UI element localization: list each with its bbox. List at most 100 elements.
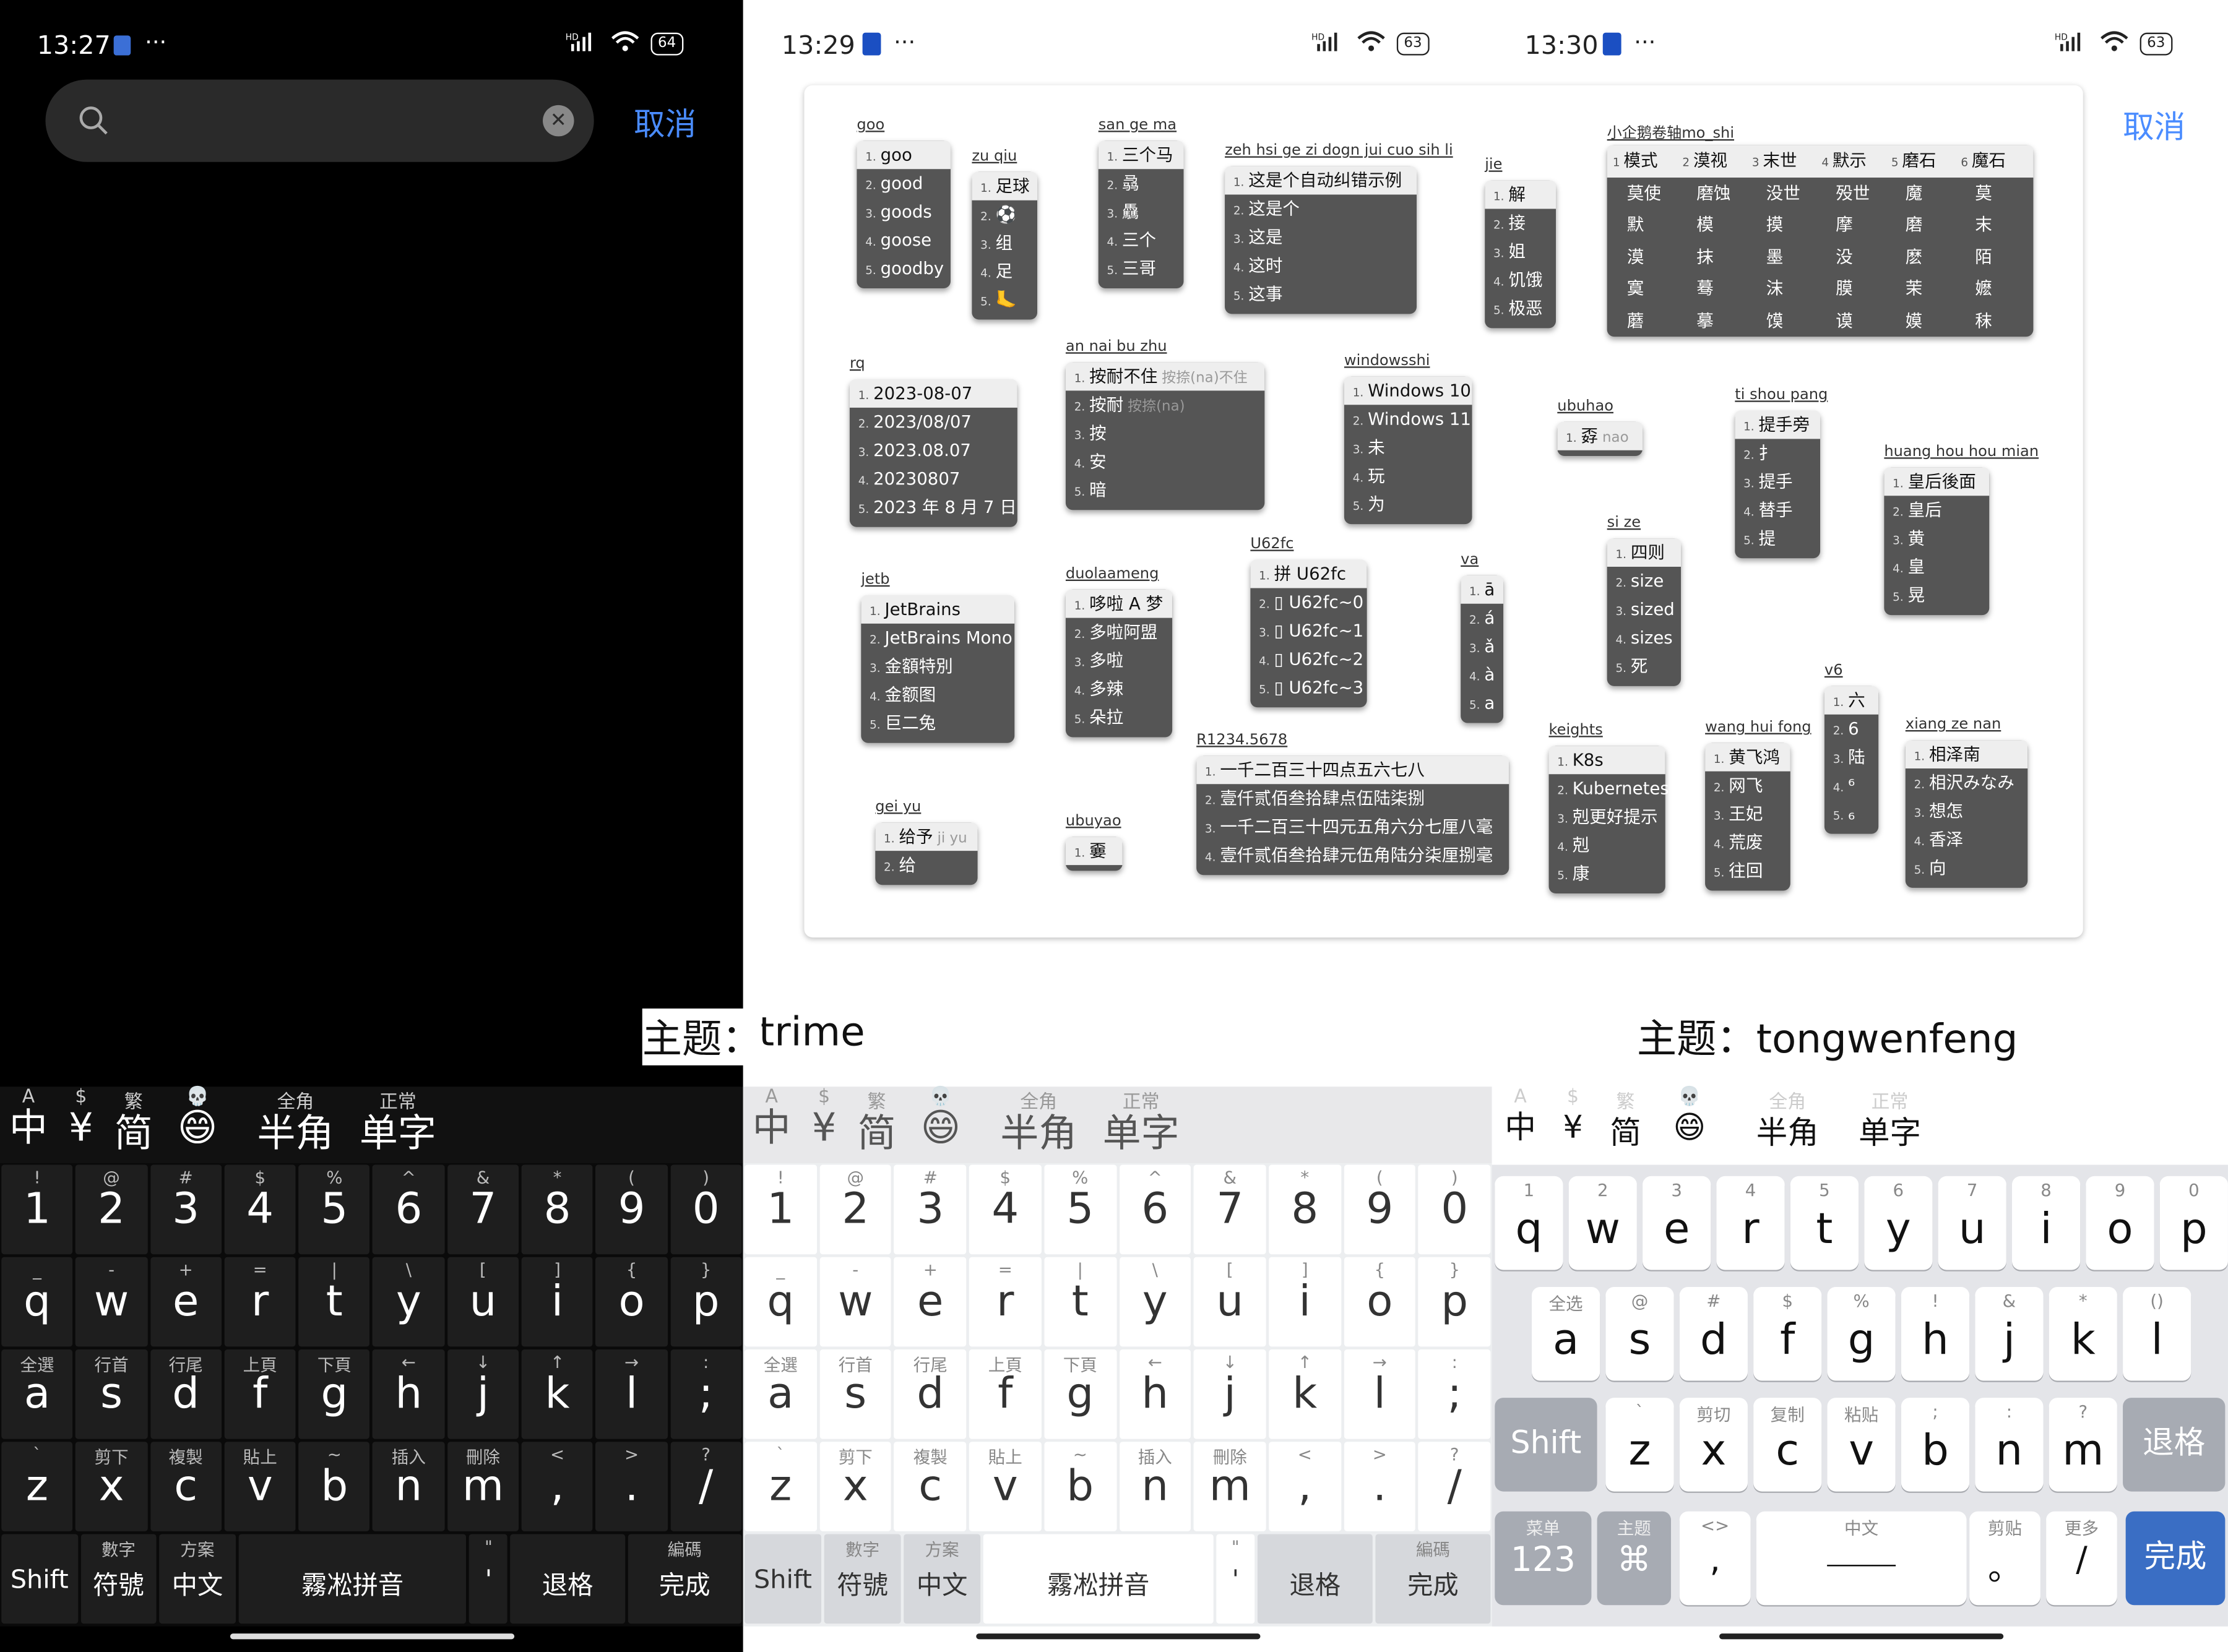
grid-candidate[interactable]: 嫫 bbox=[1886, 304, 1955, 337]
candidate-row[interactable]: 5. 朵拉 bbox=[1066, 703, 1172, 731]
candidate-row[interactable]: 5. 向 bbox=[1906, 854, 2027, 882]
candidate-row[interactable]: 3. 剋更好提示 bbox=[1549, 802, 1665, 831]
candidate-row[interactable]: 1. 足球 bbox=[972, 171, 1038, 200]
key-space[interactable]: 霧凇拼音 bbox=[238, 1534, 467, 1624]
candidate-row[interactable]: 1. Windows 10 bbox=[1344, 376, 1472, 405]
key-chinese[interactable]: 方案 中文 bbox=[159, 1534, 236, 1624]
key-m[interactable]: 刪除 m bbox=[447, 1442, 519, 1531]
candidate-row[interactable]: 5. ▯ U62fc~3 bbox=[1250, 673, 1367, 702]
candidate-row[interactable]: 4. 多辣 bbox=[1066, 675, 1172, 703]
grid-candidate[interactable]: 没世 bbox=[1747, 177, 1816, 209]
candidate-row[interactable]: 4. 香泽 bbox=[1906, 825, 2027, 854]
key-r[interactable]: = r bbox=[224, 1257, 296, 1347]
candidate-row[interactable]: 1. 三个马 bbox=[1098, 140, 1184, 170]
candidate-item[interactable]: 繁简 bbox=[1597, 1086, 1654, 1156]
key-n[interactable]: 插入 n bbox=[1119, 1442, 1191, 1531]
key-n[interactable]: :n bbox=[1975, 1398, 2044, 1492]
key-q[interactable]: 1q bbox=[1495, 1176, 1563, 1270]
key-[interactable]: :; bbox=[1418, 1349, 1491, 1439]
key-a[interactable]: 全选 a bbox=[1531, 1286, 1600, 1381]
key-h[interactable]: ← h bbox=[373, 1349, 445, 1439]
candidate-row[interactable]: 5. 这事 bbox=[1225, 280, 1417, 308]
key-i[interactable]: 8i bbox=[2011, 1176, 2081, 1270]
key-t[interactable]: 5t bbox=[1790, 1176, 1859, 1270]
candidate-row[interactable]: 5. 巨二兔 bbox=[861, 709, 1014, 738]
key-m[interactable]: ? m bbox=[2049, 1398, 2117, 1492]
candidate-row[interactable]: 1. 皇后後面 bbox=[1884, 467, 1990, 496]
grid-candidate[interactable]: 默 bbox=[1607, 209, 1677, 241]
search-input[interactable] bbox=[125, 99, 523, 142]
grid-candidate[interactable]: 膜 bbox=[1816, 273, 1885, 305]
key-5[interactable]: % 5 bbox=[298, 1164, 371, 1255]
key-f[interactable]: 上頁 f bbox=[969, 1349, 1042, 1439]
candidate-row[interactable]: 3. 想怎 bbox=[1906, 797, 2027, 825]
candidate-row[interactable]: 2. 扌 bbox=[1735, 439, 1820, 467]
key-t[interactable]: | t bbox=[1044, 1257, 1116, 1347]
candidate-row[interactable]: 3. goods bbox=[857, 197, 951, 226]
key-1[interactable]: ! 1 bbox=[745, 1164, 817, 1255]
grid-candidate[interactable]: 殁世 bbox=[1816, 177, 1885, 209]
key-4[interactable]: $4 bbox=[969, 1164, 1042, 1255]
candidate-row[interactable]: 5. 2023 年 8 月 7 日 bbox=[850, 493, 1017, 522]
candidate-row[interactable]: 5. a bbox=[1461, 689, 1503, 717]
key-shift[interactable]: Shift bbox=[1, 1534, 78, 1624]
key-7[interactable]: & 7 bbox=[447, 1164, 519, 1255]
candidate-row[interactable]: 2. ⚽ bbox=[972, 200, 1037, 229]
key-d[interactable]: # d bbox=[1679, 1286, 1748, 1381]
candidate-item[interactable]: 正常 单字 bbox=[355, 1086, 441, 1156]
candidate-row[interactable]: 5. 暗 bbox=[1066, 476, 1264, 504]
key-chinese[interactable]: 方案 中文 bbox=[904, 1534, 981, 1624]
key-quote[interactable]: " ' bbox=[1216, 1534, 1255, 1624]
key-j[interactable]: ↓ j bbox=[1194, 1349, 1266, 1439]
candidate-row[interactable]: 2. Kubernetes bbox=[1549, 774, 1669, 802]
candidate-row[interactable]: 1. 孬 nao bbox=[1557, 421, 1643, 450]
candidate-row[interactable]: 2. 骉 bbox=[1099, 169, 1184, 197]
key-d[interactable]: 行尾 d bbox=[894, 1349, 967, 1439]
grid-candidate[interactable]: 6 魔石 bbox=[1955, 145, 2024, 177]
bottom-key-4[interactable]: 剪贴。 bbox=[1969, 1511, 2040, 1606]
key-b[interactable]: ~ b bbox=[298, 1442, 371, 1531]
clear-icon[interactable]: ✕ bbox=[543, 105, 574, 137]
key-shift[interactable]: Shift bbox=[745, 1534, 822, 1624]
key-9[interactable]: (9 bbox=[595, 1164, 668, 1255]
key-0[interactable]: ) 0 bbox=[670, 1164, 742, 1255]
key-y[interactable]: \ y bbox=[373, 1257, 445, 1347]
candidate-row[interactable]: 4. 20230807 bbox=[850, 465, 1017, 493]
key-k[interactable]: ↑ k bbox=[1269, 1349, 1341, 1439]
candidate-row[interactable]: 3. 黄 bbox=[1884, 524, 1989, 553]
key-p[interactable]: } p bbox=[670, 1257, 742, 1347]
key-c[interactable]: 複製 c bbox=[150, 1442, 222, 1531]
grid-candidate[interactable]: 1 模式 bbox=[1607, 145, 1677, 177]
key-q[interactable]: _ q bbox=[745, 1257, 817, 1347]
grid-candidate[interactable]: 4 默示 bbox=[1816, 145, 1885, 177]
key-4[interactable]: $4 bbox=[224, 1164, 296, 1255]
candidate-row[interactable]: 1. JetBrains bbox=[861, 595, 1015, 624]
candidate-item[interactable]: A中 bbox=[1492, 1086, 1549, 1150]
candidate-row[interactable]: 5. 提 bbox=[1735, 524, 1820, 553]
candidate-row[interactable]: 2. JetBrains Mono bbox=[861, 624, 1014, 652]
grid-candidate[interactable]: 漠 bbox=[1607, 241, 1677, 273]
candidate-item[interactable]: 💀 😄 bbox=[1661, 1086, 1718, 1150]
candidate-row[interactable]: 3. 金額特別 bbox=[861, 652, 1014, 681]
candidate-item[interactable]: $ ¥ bbox=[53, 1086, 110, 1150]
candidate-row[interactable]: 5. 往回 bbox=[1705, 856, 1790, 885]
candidate-row[interactable]: 3. sized bbox=[1607, 595, 1681, 624]
candidate-row[interactable]: 3. ǎ bbox=[1461, 632, 1503, 661]
candidate-row[interactable]: 4. 三个 bbox=[1099, 226, 1184, 254]
candidate-item[interactable]: 繁简 bbox=[105, 1086, 162, 1156]
key-done[interactable]: 編碼 完成 bbox=[1375, 1534, 1491, 1624]
key-[interactable]: <, bbox=[521, 1442, 594, 1531]
key-y[interactable]: \ y bbox=[1119, 1257, 1191, 1347]
candidate-row[interactable]: 5. goodby bbox=[857, 254, 951, 283]
grid-candidate[interactable]: 沫 bbox=[1747, 273, 1816, 305]
key-6[interactable]: ^ 6 bbox=[373, 1164, 445, 1255]
candidate-row[interactable]: 4. 这时 bbox=[1225, 251, 1417, 280]
grid-candidate[interactable]: 魔 bbox=[1886, 177, 1955, 209]
key-u[interactable]: 7u bbox=[1938, 1176, 2006, 1270]
grid-candidate[interactable]: 嬷 bbox=[1955, 273, 2024, 305]
grid-candidate[interactable]: 磨蚀 bbox=[1677, 177, 1746, 209]
key-s[interactable]: 行首 s bbox=[819, 1349, 892, 1439]
candidate-row[interactable]: 4. 荒废 bbox=[1705, 828, 1790, 856]
candidate-row[interactable]: 2. 接 bbox=[1485, 209, 1556, 237]
candidate-row[interactable]: 1. 按耐不住 按捺(na)不住 bbox=[1065, 362, 1265, 391]
